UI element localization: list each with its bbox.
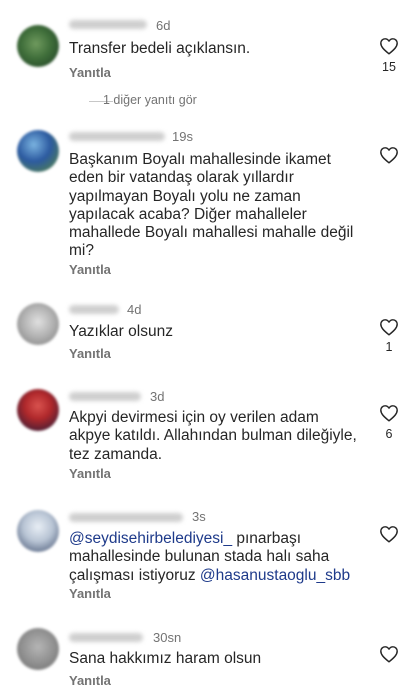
reply-button[interactable]: Yanıtla	[69, 586, 111, 601]
reply-button[interactable]: Yanıtla	[69, 346, 111, 361]
comment-text: Transfer bedeli açıklansın.	[69, 40, 251, 57]
heart-icon[interactable]	[379, 37, 399, 55]
comment-text: @seydisehirbelediyesi_ pınarbaşı mahalle…	[69, 530, 365, 585]
avatar[interactable]	[17, 510, 59, 552]
username-redacted[interactable]	[69, 132, 165, 141]
view-more-replies-label: 1 diğer yanıtı gör	[103, 93, 197, 107]
mention-link[interactable]: @seydisehirbelediyesi_	[69, 530, 232, 547]
comment-time: 6d	[156, 18, 171, 33]
avatar[interactable]	[17, 389, 59, 431]
comment-text: Sana hakkımız haram olsun	[69, 650, 262, 667]
like-count: 6	[385, 427, 393, 441]
avatar[interactable]	[17, 130, 59, 172]
comment-time: 4d	[127, 302, 142, 317]
comment-text: Akpyi devirmesi için oy verilen adam akp…	[69, 409, 357, 463]
heart-icon[interactable]	[379, 318, 399, 336]
avatar[interactable]	[17, 303, 59, 345]
like-count: 1	[385, 340, 393, 354]
avatar[interactable]	[17, 25, 59, 67]
username-redacted[interactable]	[69, 392, 141, 401]
username-redacted[interactable]	[69, 513, 183, 522]
comment-time: 19s	[172, 129, 193, 144]
comment-time: 3s	[192, 509, 206, 524]
username-redacted[interactable]	[69, 305, 119, 314]
heart-icon[interactable]	[379, 404, 399, 422]
avatar[interactable]	[17, 628, 59, 670]
comment-time: 30sn	[153, 630, 182, 645]
mention-link[interactable]: @hasanustaoglu_sbb	[200, 567, 350, 584]
comment-text: Yazıklar olsunz	[69, 323, 173, 340]
username-redacted[interactable]	[69, 633, 143, 642]
like-count: 15	[382, 60, 396, 74]
view-more-replies[interactable]: 1 diğer yanıtı gör	[69, 93, 319, 111]
username-redacted[interactable]	[69, 20, 147, 29]
reply-button[interactable]: Yanıtla	[69, 262, 111, 277]
comment-text: Başkanım Boyalı mahallesinde ikamet eden…	[69, 151, 354, 260]
reply-button[interactable]: Yanıtla	[69, 466, 111, 481]
heart-icon[interactable]	[379, 146, 399, 164]
heart-icon[interactable]	[379, 645, 399, 663]
comment-time: 3d	[150, 389, 165, 404]
heart-icon[interactable]	[379, 525, 399, 543]
reply-button[interactable]: Yanıtla	[69, 65, 111, 80]
